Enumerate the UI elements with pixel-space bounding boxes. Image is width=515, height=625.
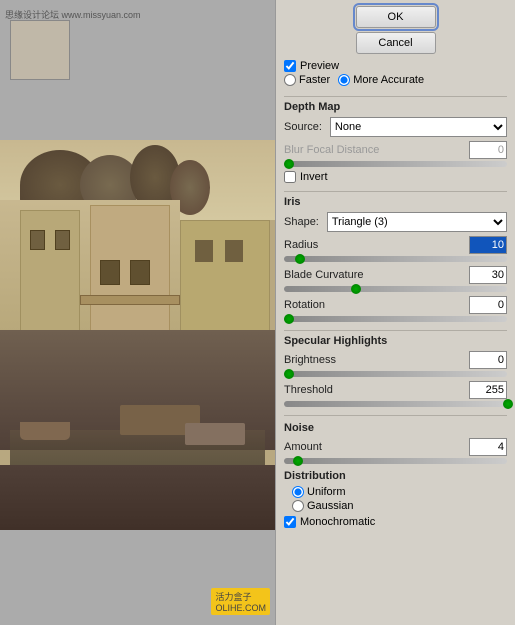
divider-4 [284, 415, 507, 416]
invert-row: Invert [284, 171, 507, 183]
button-row: OK Cancel [284, 6, 507, 54]
radius-row: Radius [284, 236, 507, 254]
blur-focal-row: Blur Focal Distance [284, 141, 507, 159]
rotation-value[interactable] [469, 296, 507, 314]
specular-highlights-section: Specular Highlights Brightness Threshold [284, 335, 507, 411]
threshold-label: Threshold [284, 384, 469, 396]
sepia-image [0, 140, 275, 530]
radius-value[interactable] [469, 236, 507, 254]
divider-2 [284, 191, 507, 192]
blur-focal-label: Blur Focal Distance [284, 144, 469, 156]
options-row: Preview Faster More Accurate [284, 60, 507, 86]
amount-slider-track[interactable] [284, 458, 507, 464]
watermark-bottom: 活力盒子OLIHE.COM [211, 588, 270, 615]
threshold-slider-track[interactable] [284, 401, 507, 407]
blade-curvature-slider-track[interactable] [284, 286, 507, 292]
quality-radio-group: Faster More Accurate [284, 74, 507, 86]
blade-curvature-label: Blade Curvature [284, 269, 469, 281]
blur-focal-slider-track[interactable] [284, 161, 507, 167]
blade-curvature-slider-thumb[interactable] [351, 284, 361, 294]
uniform-radio[interactable] [292, 486, 304, 498]
radius-slider-track[interactable] [284, 256, 507, 262]
depth-map-label: Depth Map [284, 101, 507, 113]
rotation-row: Rotation [284, 296, 507, 314]
distribution-label: Distribution [284, 470, 507, 482]
blade-curvature-row: Blade Curvature [284, 266, 507, 284]
distribution-section: Distribution Uniform Gaussian [284, 470, 507, 512]
divider-3 [284, 330, 507, 331]
noise-label: Noise [284, 422, 507, 434]
uniform-label: Uniform [307, 486, 346, 498]
rotation-label: Rotation [284, 299, 469, 311]
faster-radio[interactable] [284, 74, 296, 86]
uniform-radio-item: Uniform [292, 486, 507, 498]
brightness-slider-track[interactable] [284, 371, 507, 377]
gaussian-label: Gaussian [307, 500, 353, 512]
gaussian-radio-item: Gaussian [292, 500, 507, 512]
source-select[interactable]: None [330, 117, 507, 137]
blur-focal-value[interactable] [469, 141, 507, 159]
image-preview-panel: 思缘设计论坛 www.missyuan.com [0, 0, 275, 625]
rotation-slider-track[interactable] [284, 316, 507, 322]
depth-map-section: Depth Map Source: None Blur Focal Distan… [284, 101, 507, 171]
more-accurate-radio[interactable] [338, 74, 350, 86]
faster-radio-item: Faster [284, 74, 330, 86]
amount-label: Amount [284, 441, 469, 453]
shape-select[interactable]: Triangle (3) Square (4) Pentagon (5) Hex… [327, 212, 507, 232]
source-row: Source: None [284, 117, 507, 137]
monochromatic-checkbox[interactable] [284, 516, 296, 528]
brightness-value[interactable] [469, 351, 507, 369]
specular-highlights-label: Specular Highlights [284, 335, 507, 347]
watermark-top: 思缘设计论坛 www.missyuan.com [5, 8, 141, 21]
brightness-label: Brightness [284, 354, 469, 366]
rotation-slider-thumb[interactable] [284, 314, 294, 324]
invert-checkbox[interactable] [284, 171, 296, 183]
threshold-slider-thumb[interactable] [503, 399, 513, 409]
divider-1 [284, 96, 507, 97]
monochromatic-row: Monochromatic [284, 516, 507, 528]
iris-label: Iris [284, 196, 507, 208]
radius-slider-thumb[interactable] [295, 254, 305, 264]
amount-slider-thumb[interactable] [293, 456, 303, 466]
radius-label: Radius [284, 239, 469, 251]
gaussian-radio[interactable] [292, 500, 304, 512]
preview-label: Preview [300, 60, 339, 72]
threshold-value[interactable] [469, 381, 507, 399]
preview-checkbox[interactable] [284, 60, 296, 72]
invert-label: Invert [300, 171, 328, 183]
more-accurate-label: More Accurate [353, 74, 424, 86]
monochromatic-label: Monochromatic [300, 516, 375, 528]
noise-section: Noise Amount [284, 422, 507, 468]
amount-value[interactable] [469, 438, 507, 456]
blade-curvature-value[interactable] [469, 266, 507, 284]
distribution-radio-group: Uniform Gaussian [292, 486, 507, 512]
more-accurate-radio-item: More Accurate [338, 74, 424, 86]
amount-row: Amount [284, 438, 507, 456]
iris-section: Iris Shape: Triangle (3) Square (4) Pent… [284, 196, 507, 326]
controls-panel: OK Cancel Preview Faster More Accurate D… [275, 0, 515, 625]
source-label: Source: [284, 121, 322, 133]
shape-row: Shape: Triangle (3) Square (4) Pentagon … [284, 212, 507, 232]
cancel-button[interactable]: Cancel [356, 32, 436, 54]
blur-focal-slider-thumb[interactable] [284, 159, 294, 169]
ok-button[interactable]: OK [356, 6, 436, 28]
faster-label: Faster [299, 74, 330, 86]
preview-row: Preview [284, 60, 507, 72]
brightness-slider-thumb[interactable] [284, 369, 294, 379]
shape-label: Shape: [284, 216, 319, 228]
threshold-row: Threshold [284, 381, 507, 399]
brightness-row: Brightness [284, 351, 507, 369]
